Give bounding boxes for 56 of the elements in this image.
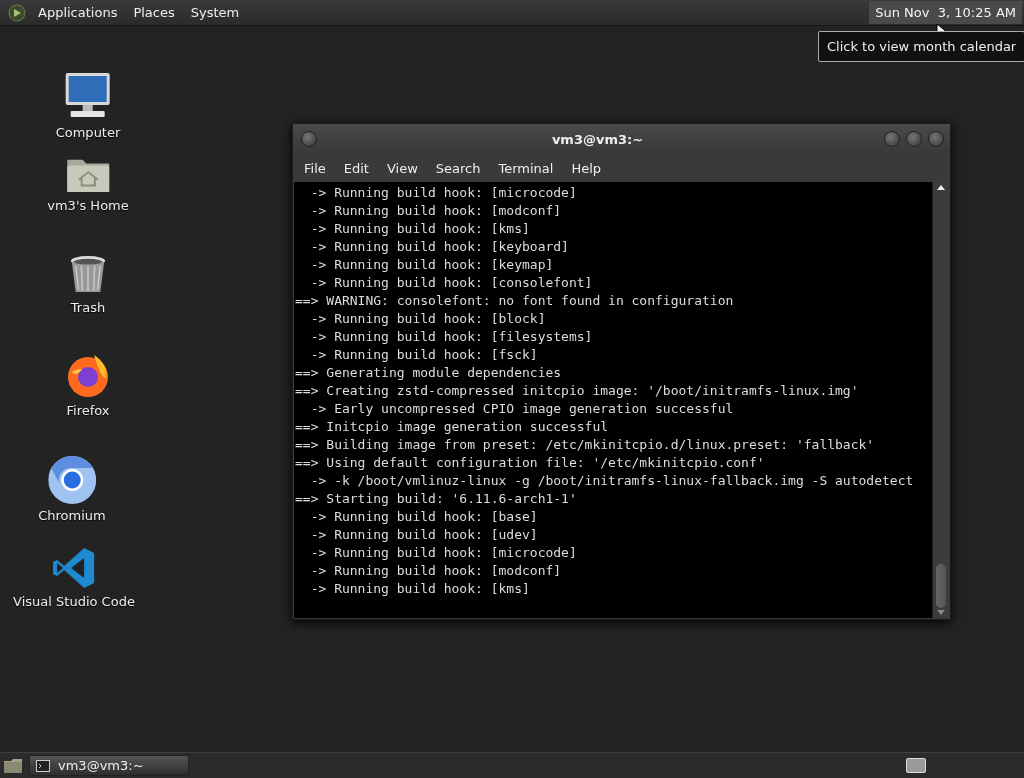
- terminal-line: -> Running build hook: [microcode]: [309, 184, 577, 202]
- terminal-line: ==> Starting build: '6.11.6-arch1-1': [295, 490, 577, 508]
- scroll-up-icon[interactable]: [937, 184, 945, 190]
- terminal-line: -> Running build hook: [base]: [309, 508, 538, 526]
- menu-item[interactable]: Help: [562, 160, 611, 176]
- terminal-line: -> -k /boot/vmlinuz-linux -g /boot/initramfs-linux-fallback.img -S autodetect: [309, 472, 914, 490]
- show-desktop-icon[interactable]: [3, 757, 23, 774]
- terminal-line: -> Running build hook: [modconf]: [309, 562, 562, 580]
- terminal-line: ==> Generating module dependencies: [295, 364, 562, 382]
- desktop-icon-label[interactable]: vm3's Home: [47, 198, 129, 213]
- scroll-thumb[interactable]: [936, 564, 946, 608]
- terminal-line: -> Running build hook: [kms]: [309, 220, 530, 238]
- terminal-line: -> Running build hook: [block]: [309, 310, 546, 328]
- logo-icon[interactable]: [8, 3, 26, 22]
- desktop-icon-label[interactable]: Computer: [55, 125, 121, 140]
- terminal-line: -> Running build hook: [modconf]: [309, 202, 562, 220]
- window-title: vm3@vm3:~: [550, 131, 645, 147]
- terminal-line: -> Running build hook: [udev]: [309, 526, 538, 544]
- menu-item[interactable]: Search: [426, 160, 490, 176]
- desktop-icon-label[interactable]: Chromium: [38, 508, 106, 523]
- panel-menu[interactable]: Applications: [30, 5, 126, 20]
- terminal-line: -> Early uncompressed CPIO image generation successful: [309, 400, 734, 418]
- panel-menu[interactable]: System: [182, 5, 248, 20]
- scroll-down-icon[interactable]: [937, 610, 945, 616]
- window-menu-button[interactable]: [301, 131, 317, 147]
- terminal-line: ==> Building image from preset: /etc/mkinitcpio.d/linux.preset: 'fallback': [295, 436, 875, 454]
- clock[interactable]: Sun Nov 3, 10:25 AM: [869, 1, 1022, 24]
- menu-item[interactable]: View: [377, 160, 427, 176]
- ring-logo-icon: [48, 456, 96, 504]
- scrollbar[interactable]: [932, 182, 949, 618]
- panel-menu[interactable]: Places: [125, 5, 183, 20]
- terminal-line: ==> Using default configuration file: '/etc/mkinitcpio.conf': [295, 454, 765, 472]
- ribbon-logo-icon: [52, 546, 96, 590]
- workspace-switcher[interactable]: [906, 758, 926, 773]
- maximize-button[interactable]: [906, 131, 922, 147]
- terminal-line: -> Running build hook: [fsck]: [309, 346, 538, 364]
- terminal-line: -> Running build hook: [microcode]: [309, 544, 577, 562]
- terminal-line: -> Running build hook: [keymap]: [309, 256, 554, 274]
- minimize-button[interactable]: [884, 131, 900, 147]
- close-button[interactable]: [928, 131, 944, 147]
- terminal-line: -> Running build hook: [kms]: [309, 580, 530, 598]
- terminal-line: -> Running build hook: [keyboard]: [309, 238, 569, 256]
- desktop-icon-label[interactable]: Firefox: [66, 403, 110, 418]
- terminal-icon: [36, 759, 50, 772]
- desktop-icon-label[interactable]: Visual Studio Code: [13, 594, 135, 609]
- terminal-line: ==> Initcpio image generation successful: [295, 418, 609, 436]
- menu-item[interactable]: File: [295, 160, 335, 176]
- terminal-line: -> Running build hook: [consolefont]: [309, 274, 593, 292]
- terminal-line: ==> Creating zstd-compressed initcpio image: '/boot/initramfs-linux.img': [295, 382, 859, 400]
- menu-item[interactable]: Terminal: [489, 160, 563, 176]
- menu-item[interactable]: Edit: [334, 160, 378, 176]
- terminal-line: ==> WARNING: consolefont: no font found in configuration: [295, 292, 734, 310]
- terminal-line: -> Running build hook: [filesystems]: [309, 328, 593, 346]
- desktop-icon-label[interactable]: Trash: [70, 300, 106, 315]
- tooltip: Click to view month calendar: [818, 31, 1024, 62]
- taskbar-button[interactable]: vm3@vm3:~: [29, 755, 189, 776]
